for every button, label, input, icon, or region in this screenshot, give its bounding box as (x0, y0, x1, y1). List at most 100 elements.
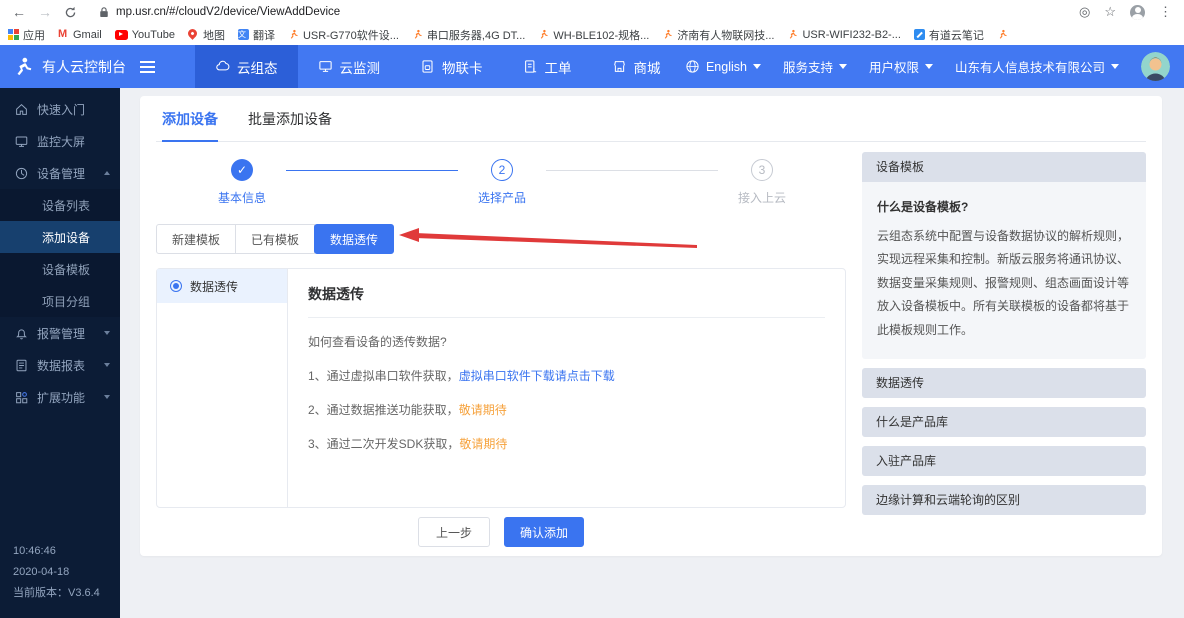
browser-chrome: ← → mp.usr.cn/#/cloudV2/device/ViewAddDe… (0, 0, 1184, 45)
nav-cloud-scada[interactable]: 云组态 (195, 45, 298, 88)
help-panel-body: 什么是设备模板? 云组态系统中配置与设备数据协议的解析规则，实现远程采集和控制。… (862, 182, 1146, 359)
sidebar-footer: 10:46:46 2020-04-18 当前版本：V3.6.4 (13, 541, 100, 604)
sidebar-item-alarm-management[interactable]: 报警管理 (0, 317, 120, 349)
page-tabs: 添加设备 批量添加设备 (156, 96, 1146, 142)
bookmark-youtube[interactable]: YouTube (115, 29, 175, 41)
sidebar-item-device-template[interactable]: 设备模板 (0, 253, 120, 285)
help-panel-header[interactable]: 数据透传 (862, 368, 1146, 398)
usr-logo-icon (12, 56, 34, 78)
bookmarks-bar: 应用 MGmail YouTube 地图 文翻译 USR-G770软件设... … (0, 24, 1184, 45)
coming-soon-note: 敬请期待 (459, 403, 507, 417)
wizard-footer: 上一步 确认添加 (156, 508, 846, 556)
nav-iot-card[interactable]: 物联卡 (400, 45, 503, 88)
address-bar[interactable]: mp.usr.cn/#/cloudV2/device/ViewAddDevice (89, 3, 1067, 21)
tab-add-device[interactable]: 添加设备 (162, 109, 218, 142)
step-select-product: 2 选择产品 (458, 159, 546, 206)
user-permission-menu[interactable]: 用户权限 (869, 57, 933, 76)
screen-icon (15, 135, 28, 148)
data-passthrough-button[interactable]: 数据透传 (314, 224, 394, 254)
add-device-card: 添加设备 批量添加设备 ✓ 基本信息 2 选择产品 (140, 96, 1162, 556)
language-switcher[interactable]: English (685, 59, 761, 74)
header-right: English 服务支持 用户权限 山东有人信息技术有限公司 (685, 52, 1184, 81)
option-data-passthrough[interactable]: 数据透传 (157, 269, 287, 303)
bookmark-star-icon[interactable]: ☆ (1104, 4, 1116, 20)
new-template-button[interactable]: 新建模板 (156, 224, 236, 254)
bookmark-usr-extra[interactable] (997, 29, 1008, 40)
sidebar-item-device-list[interactable]: 设备列表 (0, 189, 120, 221)
help-panel-header[interactable]: 入驻产品库 (862, 446, 1146, 476)
existing-template-button[interactable]: 已有模板 (235, 224, 315, 254)
help-question: 什么是设备模板? (877, 198, 1131, 215)
bookmark-usr-g770[interactable]: USR-G770软件设... (288, 27, 399, 43)
collapse-menu-icon[interactable] (140, 61, 155, 73)
help-panel-header[interactable]: 边缘计算和云端轮询的区别 (862, 485, 1146, 515)
grid-icon (15, 391, 28, 404)
sidebar-item-monitor-screen[interactable]: 监控大屏 (0, 125, 120, 157)
monitor-icon (318, 59, 333, 74)
bookmark-translate[interactable]: 文翻译 (238, 27, 275, 43)
bookmark-usr-wifi232[interactable]: USR-WIFI232-B2-... (787, 29, 900, 41)
clock-time: 10:46:46 (13, 541, 100, 562)
app-nav: 云组态 云监测 物联卡 工单 商城 (195, 45, 681, 88)
bell-icon (15, 327, 28, 340)
bookmark-youdao-note[interactable]: 有道云笔记 (914, 27, 984, 43)
report-icon (15, 359, 28, 372)
previous-step-button[interactable]: 上一步 (418, 517, 490, 547)
nav-cloud-monitor[interactable]: 云监测 (298, 45, 401, 88)
template-type-row: 新建模板 已有模板 数据透传 (156, 224, 846, 254)
bookmark-gmail[interactable]: MGmail (58, 29, 102, 41)
url-text: mp.usr.cn/#/cloudV2/device/ViewAddDevice (116, 6, 340, 18)
browser-menu-icon[interactable]: ⋮ (1159, 4, 1172, 20)
company-menu[interactable]: 山东有人信息技术有限公司 (955, 57, 1119, 76)
apps-grid-icon (8, 29, 19, 40)
help-panel-what-is-product-library: 什么是产品库 (862, 407, 1146, 437)
content-title: 数据透传 (308, 284, 825, 304)
sidebar: 快速入门 监控大屏 设备管理 设备列表 添加设备 设备模板 项目分组 报警管理 … (0, 88, 120, 618)
usr-runner-icon (288, 29, 299, 40)
browser-forward-icon[interactable]: → (38, 5, 52, 19)
app-title: 有人云控制台 (42, 57, 126, 77)
main-area: 添加设备 批量添加设备 ✓ 基本信息 2 选择产品 (120, 88, 1184, 618)
globe-icon (685, 59, 700, 74)
sidebar-item-extended-functions[interactable]: 扩展功能 (0, 381, 120, 413)
download-link[interactable]: 虚拟串口软件下载请点击下载 (459, 369, 615, 383)
chevron-down-icon (839, 64, 847, 69)
usr-runner-icon (997, 29, 1008, 40)
extension-target-icon[interactable]: ◎ (1079, 4, 1090, 20)
chevron-down-icon (104, 363, 110, 367)
sidebar-item-quick-start[interactable]: 快速入门 (0, 93, 120, 125)
browser-back-icon[interactable]: ← (12, 5, 26, 19)
bookmark-maps[interactable]: 地图 (188, 27, 225, 43)
annotation-arrow-icon (397, 225, 709, 253)
help-panel-header[interactable]: 设备模板 (862, 152, 1146, 182)
content-item-2: 2、通过数据推送功能获取，敬请期待 (308, 401, 825, 418)
content-item-3: 3、通过二次开发SDK获取，敬请期待 (308, 435, 825, 452)
sidebar-item-add-device[interactable]: 添加设备 (0, 221, 120, 253)
sidebar-item-project-group[interactable]: 项目分组 (0, 285, 120, 317)
nav-mall[interactable]: 商城 (592, 45, 681, 88)
bookmark-jinan-usr[interactable]: 济南有人物联网技... (662, 27, 774, 43)
tab-batch-add-device[interactable]: 批量添加设备 (248, 109, 332, 141)
help-panel-header[interactable]: 什么是产品库 (862, 407, 1146, 437)
option-list: 数据透传 (157, 269, 288, 507)
youtube-icon (115, 30, 128, 40)
confirm-add-button[interactable]: 确认添加 (504, 517, 584, 547)
browser-profile-icon[interactable] (1130, 5, 1145, 20)
step-connect-cloud: 3 接入上云 (718, 159, 806, 206)
service-support-menu[interactable]: 服务支持 (783, 57, 847, 76)
sidebar-item-device-management[interactable]: 设备管理 (0, 157, 120, 189)
chevron-down-icon (104, 331, 110, 335)
help-panel-join-product-library: 入驻产品库 (862, 446, 1146, 476)
user-avatar[interactable] (1141, 52, 1170, 81)
wizard-column: ✓ 基本信息 2 选择产品 3 接入上云 (156, 142, 846, 556)
device-submenu: 设备列表 添加设备 设备模板 项目分组 (0, 189, 120, 317)
help-answer: 云组态系统中配置与设备数据协议的解析规则，实现远程采集和控制。新版云服务将通讯协… (877, 225, 1131, 342)
nav-work-order[interactable]: 工单 (503, 45, 592, 88)
sidebar-item-data-report[interactable]: 数据报表 (0, 349, 120, 381)
passthrough-content: 数据透传 如何查看设备的透传数据? 1、通过虚拟串口软件获取，虚拟串口软件下载请… (288, 269, 845, 507)
bookmark-serial-server[interactable]: 串口服务器,4G DT... (412, 27, 525, 43)
help-panel-device-template: 设备模板 什么是设备模板? 云组态系统中配置与设备数据协议的解析规则，实现远程采… (862, 152, 1146, 359)
bookmark-apps[interactable]: 应用 (8, 27, 45, 43)
browser-refresh-icon[interactable] (64, 6, 77, 19)
bookmark-wh-ble102[interactable]: WH-BLE102-规格... (538, 27, 649, 43)
